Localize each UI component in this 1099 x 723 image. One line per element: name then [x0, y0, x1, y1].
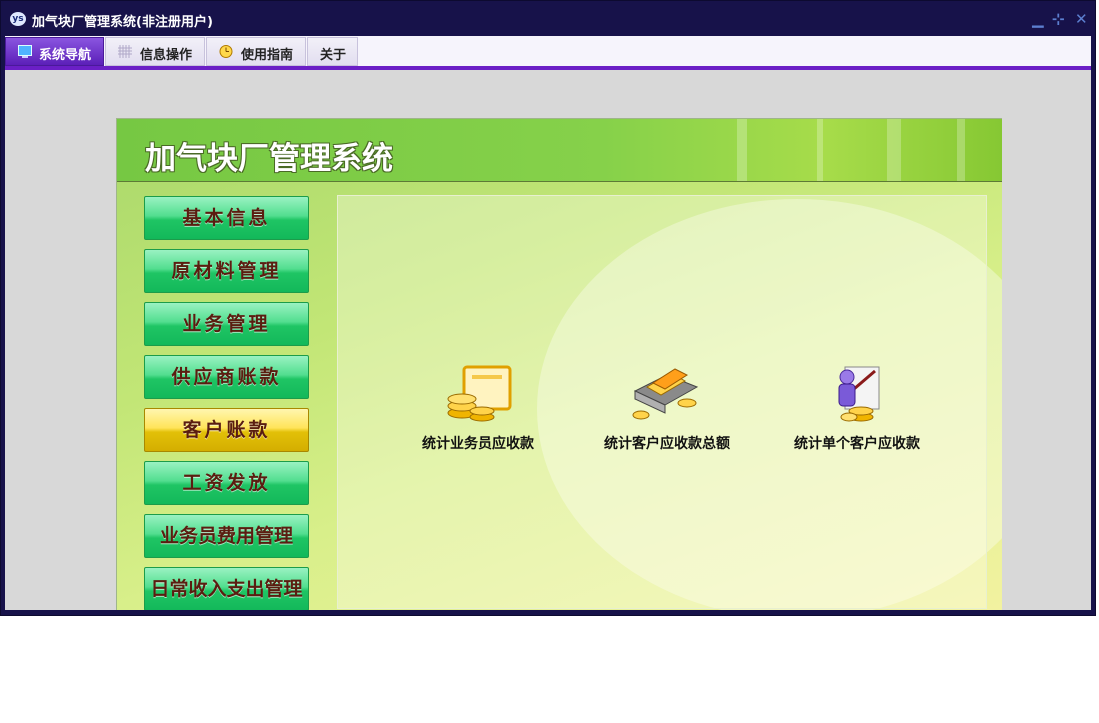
nav-raw-materials[interactable]: 原材料管理 — [144, 249, 309, 293]
header-divider — [117, 181, 1002, 182]
nav-supplier-accounts[interactable]: 供应商账款 — [144, 355, 309, 399]
tab-label: 系统导航 — [39, 48, 92, 63]
title-bar: ys 加气块厂管理系统(非注册用户) ▁ ⊹ ✕ — [1, 1, 1095, 37]
nav-payroll[interactable]: 工资发放 — [144, 461, 309, 505]
nav-business-mgmt[interactable]: 业务管理 — [144, 302, 309, 346]
close-button[interactable]: ✕ — [1075, 10, 1088, 28]
tab-about[interactable]: 关于 — [307, 37, 358, 66]
header-band: 加气块厂管理系统 — [117, 119, 1002, 181]
restore-button[interactable]: ⊹ — [1052, 10, 1065, 28]
func-single-customer-receivable[interactable]: 统计单个客户应收款 — [777, 361, 937, 453]
nav-daily-income-expense[interactable]: 日常收入支出管理 — [144, 567, 309, 610]
function-area: 统计业务员应收款 统计客户应收款总额 统计单个客户应收款 — [337, 195, 987, 609]
func-label: 统计业务员应收款 — [422, 436, 534, 452]
func-customer-receivable-total[interactable]: 统计客户应收款总额 — [587, 361, 747, 453]
monitor-icon — [18, 45, 32, 58]
nav-salesperson-expenses[interactable]: 业务员费用管理 — [144, 514, 309, 558]
app-title: 加气块厂管理系统 — [145, 141, 393, 177]
person-coins-icon — [838, 366, 880, 422]
func-label: 统计单个客户应收款 — [794, 436, 920, 452]
minimize-button[interactable]: ▁ — [1032, 10, 1044, 28]
money-stack-icon — [632, 368, 699, 420]
window-title: 加气块厂管理系统(非注册用户) — [32, 15, 213, 30]
coins-card-icon — [447, 365, 512, 422]
tab-user-guide[interactable]: 使用指南 — [206, 37, 306, 66]
func-label: 统计客户应收款总额 — [604, 436, 730, 452]
tab-label: 使用指南 — [241, 48, 294, 63]
header-stripe — [737, 119, 747, 181]
tab-label: 关于 — [320, 48, 347, 63]
header-stripe — [957, 119, 965, 181]
header-stripe — [817, 119, 823, 181]
clock-icon — [219, 45, 233, 58]
tab-system-nav[interactable]: 系统导航 — [5, 37, 104, 66]
func-salesperson-receivable[interactable]: 统计业务员应收款 — [398, 361, 558, 453]
app-logo-icon: ys — [10, 12, 26, 26]
tab-label: 信息操作 — [140, 48, 193, 63]
grid-icon — [118, 45, 132, 58]
nav-basic-info[interactable]: 基本信息 — [144, 196, 309, 240]
header-stripe — [887, 119, 901, 181]
nav-customer-accounts[interactable]: 客户账款 — [144, 408, 309, 452]
main-panel: 加气块厂管理系统 基本信息 原材料管理 业务管理 供应商账款 客户账款 工资发放… — [116, 118, 1002, 610]
tab-info-ops[interactable]: 信息操作 — [105, 37, 205, 66]
